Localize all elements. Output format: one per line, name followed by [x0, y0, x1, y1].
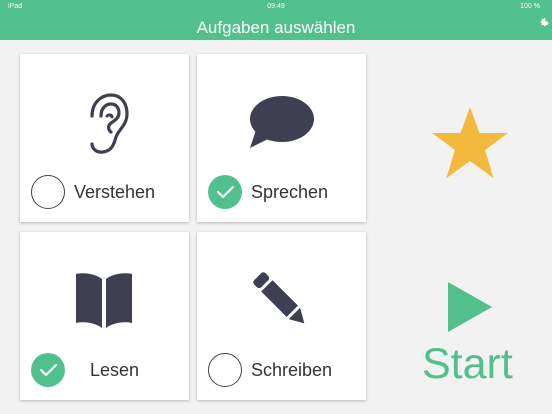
checkmark-icon [39, 363, 58, 377]
checkmark-icon [216, 185, 235, 199]
ear-icon [90, 93, 129, 154]
gear-icon[interactable] [538, 17, 550, 29]
task-card-sprechen[interactable]: Sprechen [197, 54, 366, 222]
task-card-verstehen[interactable]: Verstehen [20, 54, 189, 222]
task-card-schreiben[interactable]: Schreiben [197, 232, 366, 400]
book-icon [76, 273, 132, 328]
task-label-schreiben: Schreiben [251, 360, 333, 380]
task-label-verstehen: Verstehen [74, 182, 156, 202]
start-button[interactable]: Start [422, 340, 513, 389]
checkbox-schreiben[interactable] [208, 353, 242, 387]
checkbox-sprechen[interactable] [208, 175, 242, 209]
speech-bubble-icon [250, 96, 314, 148]
play-icon[interactable] [446, 280, 494, 334]
page-title: Aufgaben auswählen [196, 18, 356, 37]
pencil-icon [253, 272, 305, 324]
task-label-lesen: Lesen [90, 360, 140, 380]
checkbox-lesen[interactable] [31, 353, 65, 387]
star-icon [432, 107, 508, 178]
task-card-lesen[interactable]: Lesen [20, 232, 189, 400]
task-label-sprechen: Sprechen [251, 182, 329, 202]
header-bar: iPad 09:49 100 % Aufgaben auswählen [0, 0, 552, 40]
status-battery: 100 % [520, 3, 540, 10]
checkbox-verstehen[interactable] [31, 175, 65, 209]
status-time: 09:49 [267, 3, 285, 10]
